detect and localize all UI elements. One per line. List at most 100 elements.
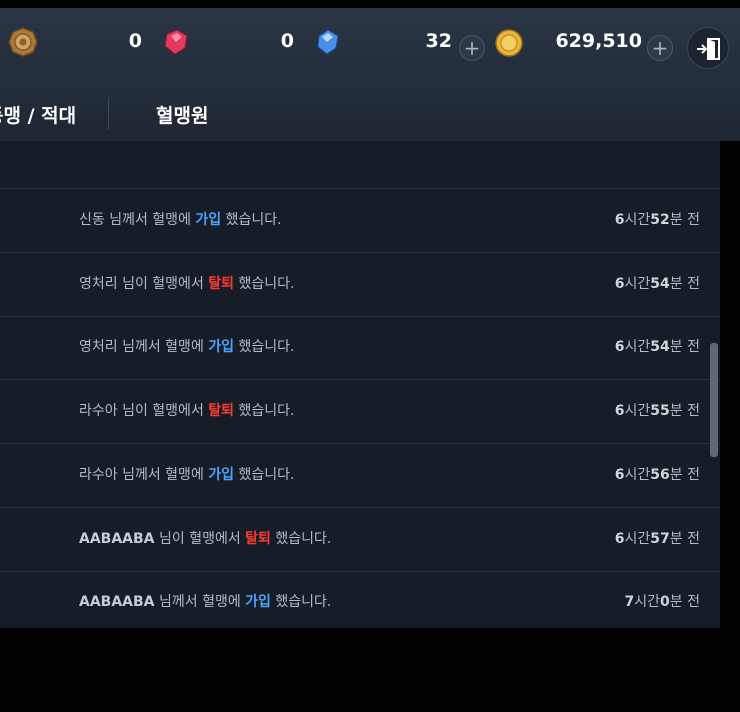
minutes-value: 55	[650, 403, 670, 420]
hours-value: 6	[614, 212, 625, 228]
join-label: 가입	[208, 466, 235, 483]
join-label: 가입	[208, 339, 235, 356]
red-gem-count: 0	[128, 30, 142, 52]
minutes-suffix: 분 전	[669, 212, 700, 228]
log-phrase: 님이 혈맹에서	[117, 403, 209, 420]
log-phrase: 님이 혈맹에서	[154, 530, 246, 547]
tab-clan-members[interactable]: 혈맹원	[156, 104, 208, 128]
currency-bar: 0 0 32 + 629,510 +	[0, 8, 740, 74]
log-phrase: 님이 혈맹에서	[117, 275, 209, 292]
leave-label: 탈퇴	[245, 530, 271, 547]
minutes-suffix: 분 전	[669, 466, 700, 483]
list-item: 영처리 님께서 혈맹에 가입 했습니다. 6시간54분 전	[0, 316, 720, 381]
log-time: 6시간56분 전	[615, 466, 700, 484]
member-name: 영처리	[79, 275, 118, 292]
log-phrase-end: 했습니다.	[234, 403, 295, 420]
hours-suffix: 시간	[624, 530, 651, 547]
scrollbar-thumb[interactable]	[710, 343, 718, 457]
hours-suffix: 시간	[624, 212, 651, 228]
list-item: 라수아 님께서 혈맹에 가입 했습니다. 6시간56분 전	[0, 444, 720, 508]
log-message: 영처리 님께서 혈맹에 가입 했습니다.	[79, 338, 294, 356]
leave-label: 탈퇴	[208, 275, 235, 292]
minutes-value: 57	[650, 530, 670, 547]
log-time: 7시간0분 전	[625, 593, 700, 611]
minutes-suffix: 분 전	[669, 339, 700, 356]
log-time: 6시간54분 전	[615, 275, 700, 293]
log-phrase: 님께서 혈맹에	[104, 212, 196, 228]
hours-value: 6	[614, 275, 625, 292]
hours-suffix: 시간	[624, 403, 651, 420]
add-gold-button[interactable]: +	[647, 35, 673, 61]
hours-value: 7	[624, 594, 635, 611]
hours-value: 6	[614, 530, 625, 547]
log-message: 신동 님께서 혈맹에 가입 했습니다.	[79, 211, 282, 229]
list-item: 라수아 님이 혈맹에서 탈퇴 했습니다. 6시간55분 전	[0, 380, 720, 445]
log-phrase-end: 했습니다.	[234, 466, 295, 483]
clan-log-screen: 0 0 32 + 629,510 + 맹 / 적대 혈맹원 신동 님께서 혈맹에…	[0, 0, 740, 712]
minutes-value: 54	[650, 275, 670, 292]
hours-suffix: 시간	[624, 466, 651, 483]
member-name: 라수아	[79, 466, 118, 483]
minutes-suffix: 분 전	[669, 594, 700, 611]
blue-gem-count: 0	[280, 30, 294, 52]
minutes-value: 52	[650, 212, 670, 228]
log-phrase: 님께서 혈맹에	[117, 466, 209, 483]
member-name: AABAABA	[79, 530, 155, 547]
list-item: 영처리 님이 혈맹에서 탈퇴 했습니다. 6시간54분 전	[0, 253, 720, 317]
log-phrase: 님께서 혈맹에	[154, 594, 246, 611]
tab-divider	[108, 98, 109, 130]
log-phrase-end: 했습니다.	[234, 275, 295, 292]
log-phrase-end: 했습니다.	[270, 594, 332, 611]
leave-label: 탈퇴	[208, 403, 235, 420]
tab-alliance-hostile[interactable]: 동맹 / 적대	[0, 104, 76, 128]
log-time: 6시간57분 전	[615, 530, 700, 548]
member-name: AABAABA	[79, 594, 155, 611]
minutes-suffix: 분 전	[669, 403, 700, 420]
list-item: 신동 님께서 혈맹에 가입 했습니다. 6시간52분 전	[0, 189, 720, 253]
ticket-count: 32	[425, 30, 452, 52]
log-message: 라수아 님께서 혈맹에 가입 했습니다.	[79, 466, 294, 484]
exit-button[interactable]	[687, 27, 729, 69]
clan-log-list[interactable]: 신동 님께서 혈맹에 가입 했습니다. 6시간52분 전 영처리 님이 혈맹에서 탈…	[0, 141, 720, 628]
log-time: 6시간52분 전	[615, 211, 700, 229]
list-item: AABAABA 님이 혈맹에서 탈퇴 했습니다. 6시간57분 전	[0, 508, 720, 572]
hours-suffix: 시간	[624, 339, 651, 356]
log-phrase-end: 했습니다.	[234, 339, 295, 356]
log-message: 라수아 님이 혈맹에서 탈퇴 했습니다.	[79, 402, 294, 420]
hours-suffix: 시간	[634, 594, 661, 611]
list-item: AABAABA 님께서 혈맹에 가입 했습니다. 7시간0분 전	[0, 571, 720, 628]
log-phrase-end: 했습니다.	[221, 212, 282, 228]
hours-value: 6	[614, 339, 625, 356]
blue-gem-icon	[317, 29, 339, 55]
list-item-cutoff	[0, 141, 720, 189]
exit-door-icon	[697, 38, 720, 60]
join-label: 가입	[245, 594, 271, 611]
medal-icon[interactable]	[8, 27, 38, 57]
log-message: AABAABA 님이 혈맹에서 탈퇴 했습니다.	[79, 530, 331, 548]
member-name: 라수아	[79, 403, 118, 420]
minutes-value: 0	[660, 594, 670, 611]
join-label: 가입	[195, 212, 222, 228]
log-phrase-end: 했습니다.	[270, 530, 332, 547]
plus-icon: +	[463, 36, 481, 60]
hours-value: 6	[614, 403, 625, 420]
hours-suffix: 시간	[624, 275, 651, 292]
log-message: 영처리 님이 혈맹에서 탈퇴 했습니다.	[79, 275, 294, 293]
hours-value: 6	[614, 466, 625, 483]
log-time: 6시간54분 전	[615, 338, 700, 356]
gold-coin-icon	[495, 29, 523, 57]
add-ticket-button[interactable]: +	[459, 35, 485, 61]
log-phrase: 님께서 혈맹에	[117, 339, 209, 356]
plus-icon: +	[651, 36, 669, 60]
member-name: 신동	[79, 212, 105, 228]
log-time: 6시간55분 전	[615, 402, 700, 420]
member-name: 영처리	[79, 339, 118, 356]
minutes-value: 56	[650, 466, 670, 483]
minutes-suffix: 분 전	[669, 530, 700, 547]
minutes-suffix: 분 전	[669, 275, 700, 292]
gold-count: 629,510	[555, 30, 642, 52]
tab-bar	[0, 74, 740, 141]
log-message: AABAABA 님께서 혈맹에 가입 했습니다.	[79, 593, 331, 611]
red-gem-icon	[164, 29, 188, 55]
minutes-value: 54	[650, 339, 670, 356]
